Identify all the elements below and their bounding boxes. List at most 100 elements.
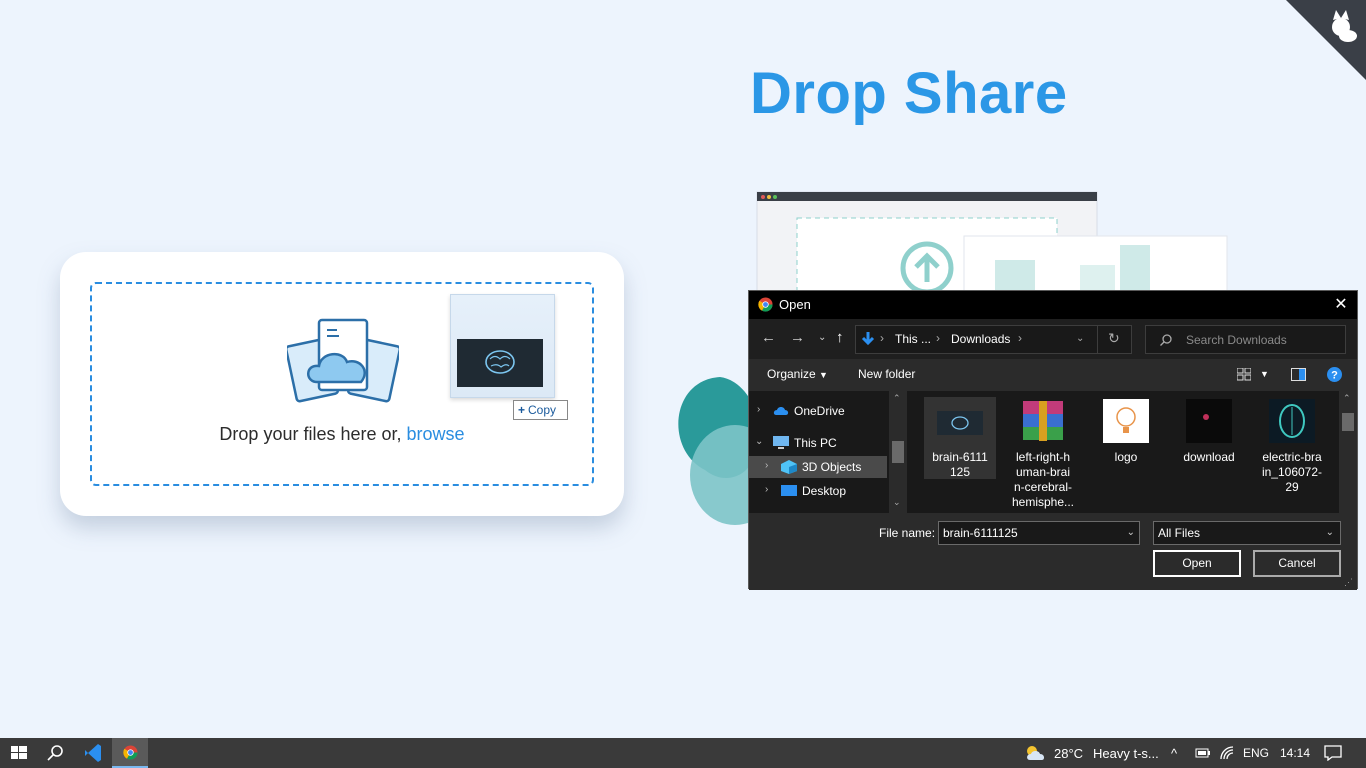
computer-icon bbox=[773, 436, 789, 449]
help-icon[interactable]: ? bbox=[1327, 367, 1342, 382]
nav-item-label: This PC bbox=[794, 436, 837, 450]
weather-cloud-icon[interactable] bbox=[1024, 743, 1048, 763]
address-bar[interactable]: › This ... › Downloads › ⌄ ↻ bbox=[855, 325, 1132, 354]
file-item[interactable]: logo bbox=[1090, 397, 1162, 479]
notifications-icon[interactable] bbox=[1324, 745, 1342, 761]
chevron-down-icon: ▼ bbox=[819, 370, 828, 380]
search-icon[interactable] bbox=[36, 738, 74, 768]
open-button[interactable]: Open bbox=[1153, 550, 1241, 577]
chevron-right-icon: › bbox=[757, 404, 761, 415]
scroll-up-icon[interactable]: ⌃ bbox=[1343, 393, 1351, 404]
chevron-down-icon[interactable]: ⌄ bbox=[1127, 522, 1135, 544]
back-arrow-icon[interactable]: ← bbox=[761, 329, 776, 346]
winrar-archive-icon bbox=[1023, 401, 1063, 441]
breadcrumb-this-pc[interactable]: This ... bbox=[895, 332, 931, 346]
scrollbar-thumb[interactable] bbox=[892, 441, 904, 463]
nav-item-label: OneDrive bbox=[794, 404, 845, 418]
dialog-navbar: ← → ⌄ ↑ › This ... › Downloads › ⌄ ↻ Sea… bbox=[749, 319, 1357, 359]
wifi-icon[interactable] bbox=[1220, 746, 1234, 760]
file-item[interactable]: electric-bra in_106072- 29 bbox=[1256, 397, 1328, 494]
vscode-icon[interactable] bbox=[74, 738, 112, 768]
address-dropdown-icon[interactable]: ⌄ bbox=[1076, 333, 1084, 344]
desktop-icon bbox=[781, 485, 797, 496]
close-icon[interactable]: ✕ bbox=[1331, 295, 1351, 315]
resize-grip-icon[interactable]: ⋰ bbox=[1344, 577, 1353, 588]
address-divider bbox=[1097, 326, 1098, 353]
file-name-label: File name: bbox=[879, 526, 936, 540]
nav-item-desktop[interactable]: › Desktop bbox=[749, 480, 887, 502]
cube-icon bbox=[781, 460, 797, 474]
brain-image-thumbnail bbox=[937, 411, 983, 435]
chrome-icon bbox=[123, 745, 138, 760]
cloud-icon bbox=[773, 407, 789, 415]
language-indicator[interactable]: ENG bbox=[1243, 746, 1269, 760]
plus-icon: + bbox=[518, 403, 526, 417]
breadcrumb-downloads[interactable]: Downloads bbox=[951, 332, 1010, 346]
view-dropdown-icon[interactable]: ▼ bbox=[1260, 369, 1269, 379]
file-item[interactable]: left-right-h uman-brai n-cerebral-hemisphe… bbox=[1007, 397, 1079, 509]
nav-scrollbar[interactable]: ⌃ ⌄ bbox=[889, 391, 907, 513]
organize-menu[interactable]: Organize ▼ bbox=[767, 367, 828, 381]
forward-arrow-icon[interactable]: → bbox=[790, 329, 805, 346]
cancel-button[interactable]: Cancel bbox=[1253, 550, 1341, 577]
chevron-right-icon: › bbox=[765, 484, 769, 495]
file-name: left-right-h uman-brai n-cerebral-hemisphe… bbox=[1011, 450, 1075, 509]
nav-item-this-pc[interactable]: ⌄ This PC bbox=[749, 432, 887, 454]
clock[interactable]: 14:14 bbox=[1280, 746, 1310, 760]
nav-item-3d-objects[interactable]: › 3D Objects bbox=[749, 456, 887, 478]
drop-prompt: Drop your files here or, bbox=[219, 424, 402, 444]
new-folder-button[interactable]: New folder bbox=[858, 367, 915, 381]
nav-item-label: 3D Objects bbox=[802, 460, 862, 474]
file-scrollbar[interactable]: ⌃ bbox=[1339, 391, 1357, 513]
chevron-down-icon: ⌄ bbox=[755, 436, 764, 447]
up-arrow-icon[interactable]: ↑ bbox=[836, 329, 844, 346]
scroll-up-icon[interactable]: ⌃ bbox=[893, 393, 901, 404]
preview-pane-icon[interactable] bbox=[1291, 368, 1306, 381]
taskbar: 28°C Heavy t-s... ^ ENG 14:14 bbox=[0, 738, 1366, 768]
dialog-toolbar: Organize ▼ New folder ▼ ? bbox=[749, 359, 1357, 391]
breadcrumb-separator-icon: › bbox=[936, 331, 940, 345]
logo-image-thumbnail bbox=[1103, 399, 1149, 443]
cloud-documents-icon bbox=[287, 318, 399, 403]
chrome-icon bbox=[758, 297, 773, 312]
dialog-titlebar[interactable]: Open ✕ bbox=[749, 291, 1357, 319]
breadcrumb-separator-icon: › bbox=[880, 331, 884, 345]
view-options-icon[interactable] bbox=[1237, 368, 1251, 381]
temperature[interactable]: 28°C bbox=[1054, 746, 1083, 761]
scroll-down-icon[interactable]: ⌄ bbox=[893, 497, 901, 508]
breadcrumb-separator-icon: › bbox=[1018, 331, 1022, 345]
chevron-down-icon: ⌄ bbox=[1325, 527, 1334, 538]
browse-link[interactable]: browse bbox=[407, 424, 465, 444]
chevron-right-icon: › bbox=[765, 460, 769, 471]
battery-icon[interactable] bbox=[1195, 747, 1211, 759]
search-icon bbox=[1160, 334, 1172, 346]
weather-description[interactable]: Heavy t-s... bbox=[1093, 746, 1159, 761]
chrome-taskbar-button[interactable] bbox=[112, 738, 148, 768]
file-name-input[interactable]: brain-6111125 ⌄ bbox=[938, 521, 1140, 545]
file-name: electric-bra in_106072- 29 bbox=[1261, 450, 1323, 494]
dialog-title: Open bbox=[779, 297, 811, 312]
search-box[interactable]: Search Downloads bbox=[1145, 325, 1346, 354]
nav-item-onedrive[interactable]: › OneDrive bbox=[749, 400, 887, 422]
open-file-dialog: Open ✕ ← → ⌄ ↑ › This ... › Downloads › … bbox=[748, 290, 1358, 590]
svg-text:?: ? bbox=[1331, 370, 1338, 382]
file-name: brain-6111 125 bbox=[932, 450, 988, 479]
file-type-value: All Files bbox=[1158, 526, 1201, 540]
drag-copy-badge: + Copy bbox=[513, 400, 568, 420]
scrollbar-thumb[interactable] bbox=[1342, 413, 1354, 431]
recent-locations-chevron-icon[interactable]: ⌄ bbox=[818, 332, 826, 343]
windows-start-icon[interactable] bbox=[0, 738, 38, 768]
copy-label: Copy bbox=[528, 403, 557, 417]
drop-instructions: Drop your files here or, browse bbox=[92, 424, 592, 445]
corner-ribbon[interactable] bbox=[1286, 0, 1366, 80]
file-item[interactable]: download bbox=[1173, 397, 1245, 479]
file-type-select[interactable]: All Files ⌄ bbox=[1153, 521, 1341, 545]
file-name: download bbox=[1183, 450, 1235, 464]
refresh-icon[interactable]: ↻ bbox=[1108, 330, 1120, 347]
app-title: Drop Share bbox=[750, 61, 1068, 126]
navigation-pane: › OneDrive ⌄ This PC › 3D Objects › Desk… bbox=[749, 391, 907, 513]
chevron-up-icon[interactable]: ^ bbox=[1171, 746, 1177, 761]
brain-image-thumbnail bbox=[457, 339, 543, 387]
file-item[interactable]: brain-6111 125 bbox=[924, 397, 996, 479]
file-name: logo bbox=[1114, 450, 1138, 464]
